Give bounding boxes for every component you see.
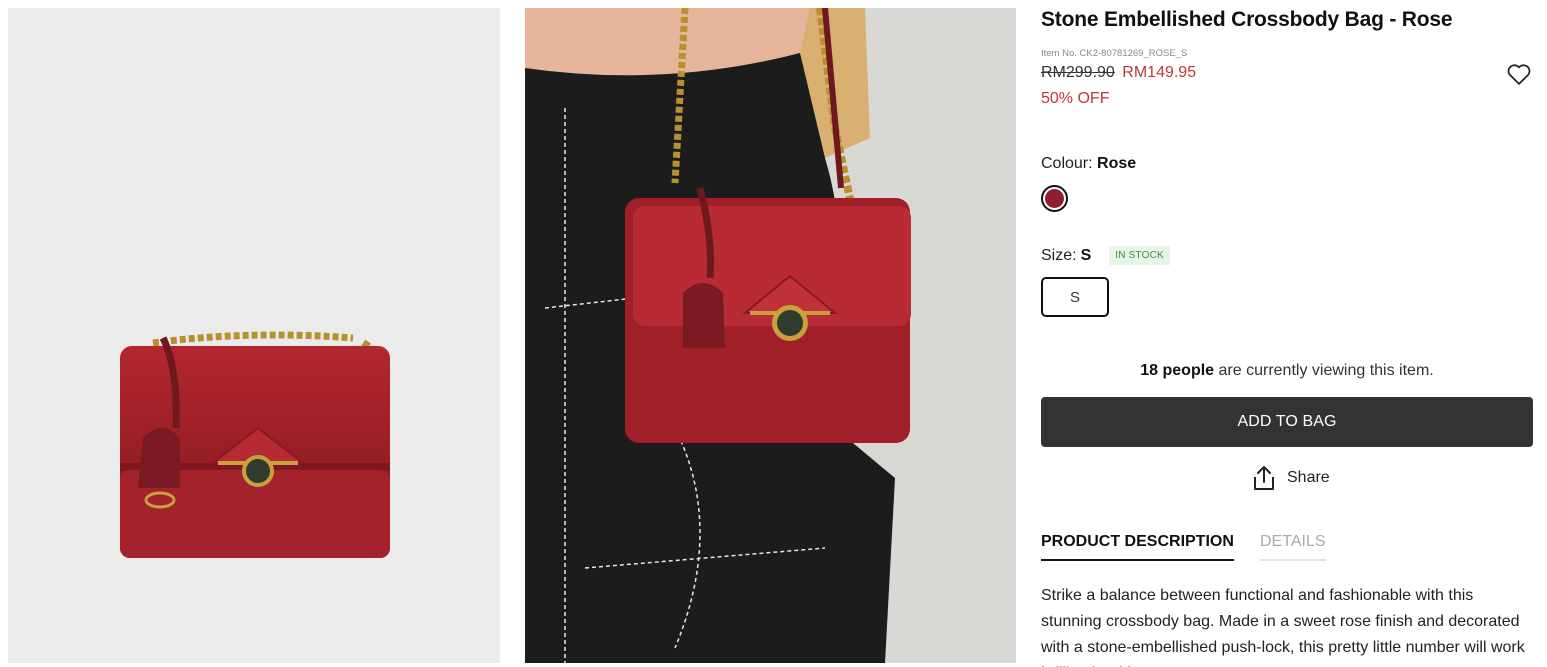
swatch-fill (1045, 189, 1064, 208)
share-label: Share (1287, 469, 1330, 486)
colour-swatch-rose[interactable] (1041, 185, 1068, 212)
heart-icon (1507, 64, 1531, 85)
bag-illustration (120, 331, 390, 558)
share-button[interactable]: Share (1251, 464, 1330, 492)
product-image-main[interactable] (8, 8, 500, 663)
product-description-text: Strike a balance between functional and … (1041, 587, 1525, 667)
add-to-bag-button[interactable]: ADD TO BAG (1041, 397, 1533, 447)
colour-label: Colour: Rose (1041, 155, 1137, 172)
wishlist-button[interactable] (1505, 60, 1533, 88)
size-value: S (1080, 246, 1092, 264)
size-label-row: Size: S IN STOCK (1041, 246, 1170, 265)
price-row: RM299.90 RM149.95 (1041, 64, 1196, 82)
item-number: Item No. CK2-80781269_ROSE_S (1041, 48, 1188, 59)
product-title: Stone Embellished Crossbody Bag - Rose (1041, 8, 1453, 31)
stock-badge: IN STOCK (1109, 246, 1170, 265)
size-option-s[interactable]: S (1041, 277, 1109, 317)
original-price: RM299.90 (1041, 64, 1115, 81)
tab-product-description[interactable]: PRODUCT DESCRIPTION (1041, 533, 1234, 561)
product-image-model[interactable] (525, 8, 1016, 663)
discount-label: 50% OFF (1041, 90, 1110, 107)
model-illustration (525, 8, 1016, 663)
colour-value: Rose (1097, 155, 1137, 172)
product-info-panel: Stone Embellished Crossbody Bag - Rose I… (1041, 0, 1533, 667)
sale-price: RM149.95 (1122, 64, 1197, 81)
share-icon (1254, 466, 1274, 490)
viewing-count-text: 18 people are currently viewing this ite… (1140, 362, 1434, 379)
tab-details[interactable]: DETAILS (1260, 533, 1326, 561)
viewing-count: 18 people (1140, 362, 1215, 379)
